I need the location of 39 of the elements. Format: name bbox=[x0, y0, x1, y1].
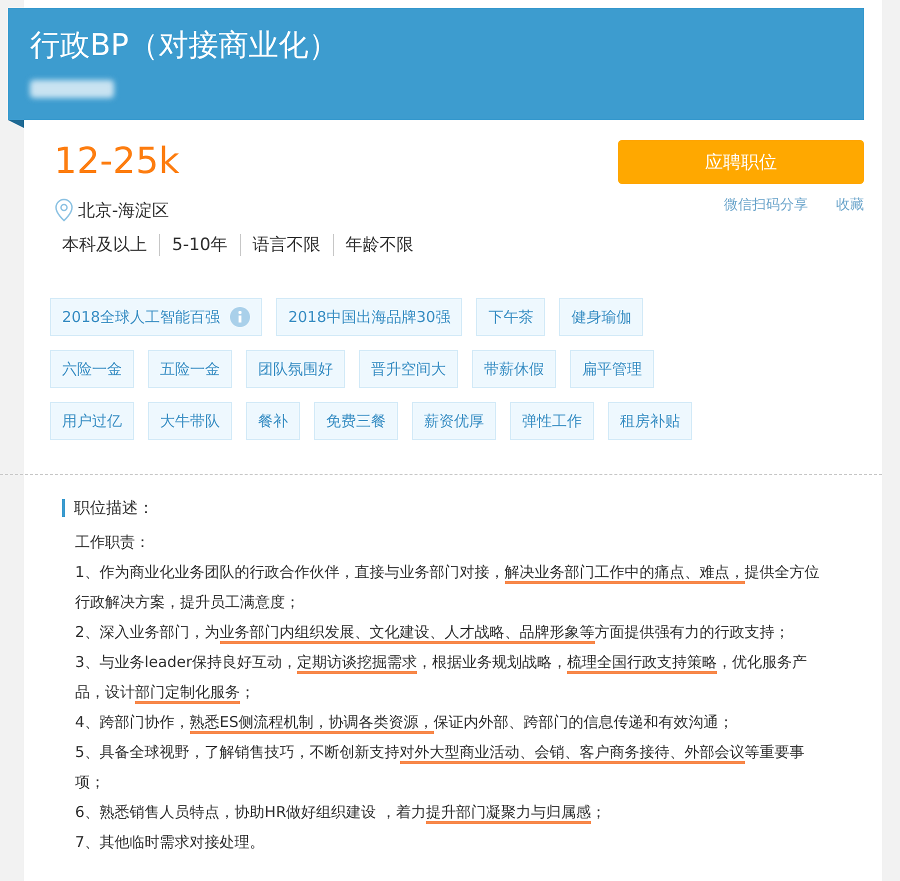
tag-label: 扁平管理 bbox=[582, 360, 642, 378]
tag-label: 下午茶 bbox=[488, 308, 534, 326]
info-icon[interactable] bbox=[230, 307, 250, 327]
tag-label: 晋升空间大 bbox=[371, 360, 446, 378]
tag-label: 带薪休假 bbox=[484, 360, 544, 378]
tag-label: 五险一金 bbox=[160, 360, 220, 378]
section-heading: 职位描述： bbox=[62, 499, 882, 517]
location-pin-icon bbox=[54, 198, 74, 222]
tag-label: 薪资优厚 bbox=[424, 412, 484, 430]
tag-label: 租房补贴 bbox=[620, 412, 680, 430]
tag-label: 大牛带队 bbox=[160, 412, 220, 430]
tag-label: 餐补 bbox=[258, 412, 288, 430]
salary: 12-25k bbox=[54, 140, 180, 184]
tag-label: 免费三餐 bbox=[326, 412, 386, 430]
ribbon-fold-icon bbox=[8, 120, 24, 128]
description-paragraph: 工作职责： bbox=[74, 532, 151, 553]
description-paragraph: 7、其他临时需求对接处理。 bbox=[74, 832, 266, 853]
tag-label: 2018全球人工智能百强 bbox=[62, 308, 220, 326]
action-link[interactable]: 微信扫码分享 bbox=[724, 196, 808, 214]
tag-label: 用户过亿 bbox=[62, 412, 122, 430]
tag-label: 健身瑜伽 bbox=[571, 308, 632, 326]
description-paragraph: 1、作为商业化业务团队的行政合作伙伴，直接与业务部门对接，解决业务部门工作中的痛点、难点，提供全方位行政解决方案，提升员工满意度； bbox=[74, 562, 821, 613]
tag-label: 弹性工作 bbox=[522, 412, 582, 430]
description-paragraph: 4、跨部门协作，熟悉ES侧流程机制，协调各类资源，保证内外部、跨部门的信息传递和有效沟通； bbox=[62, 707, 831, 737]
description-paragraph: 6、熟悉销售人员特点，协助HR做好组织建设 ，着力提升部门凝聚力与归属感； bbox=[62, 797, 831, 827]
apply-button[interactable]: 应聘职位 bbox=[618, 140, 864, 184]
location: 北京-海淀区 bbox=[78, 200, 170, 222]
tag-label: 2018中国出海品牌30强 bbox=[288, 308, 450, 326]
requirement: 年龄不限 bbox=[332, 234, 426, 256]
description-paragraph: 5、具备全球视野，了解销售技巧，不断创新支持对外大型商业活动、会销、客户商务接待、外部会议等重要事项； bbox=[74, 742, 806, 793]
job-title: 行政BP（对接商业化） bbox=[30, 27, 340, 65]
requirement: 语言不限 bbox=[240, 234, 333, 256]
tag-label: 团队氛围好 bbox=[258, 360, 333, 378]
requirement: 5-10年 bbox=[159, 234, 240, 256]
action-link[interactable]: 收藏 bbox=[836, 196, 864, 214]
description-paragraph: 2、深入业务部门，为业务部门内组织发展、文化建设、人才战略、品牌形象等方面提供强有力的行政支持； bbox=[62, 617, 831, 647]
tag-label: 六险一金 bbox=[62, 360, 122, 378]
description-paragraph: 3、与业务leader保持良好互动，定期访谈挖掘需求，根据业务规划战略，梳理全国行政支持策略，优化服务产品，设计部门定制化服务； bbox=[62, 647, 831, 707]
requirement: 本科及以上 bbox=[61, 234, 148, 256]
